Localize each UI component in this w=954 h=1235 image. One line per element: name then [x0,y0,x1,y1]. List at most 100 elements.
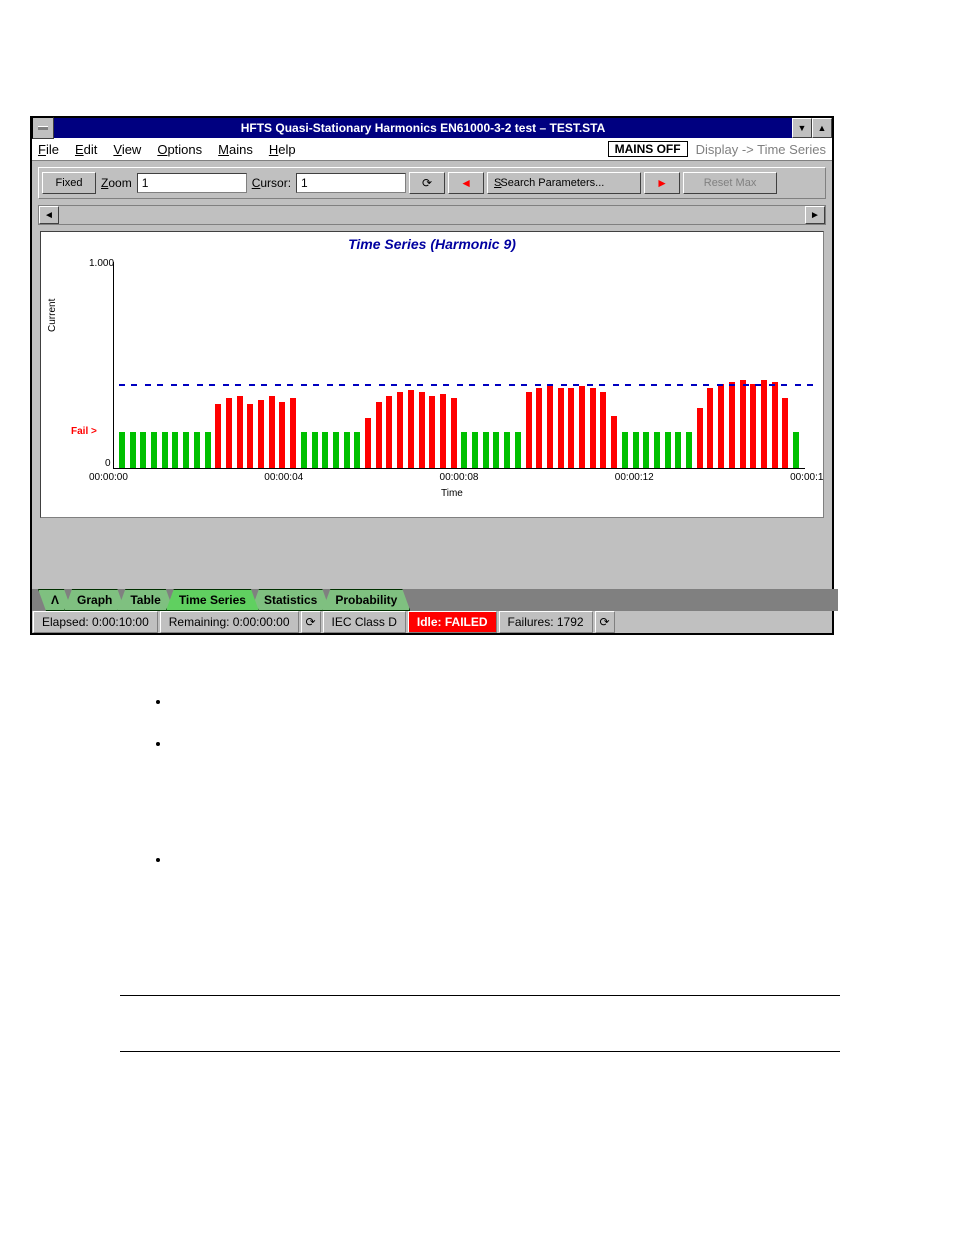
bar [611,416,617,468]
bar [665,432,671,468]
bar [504,432,510,468]
refresh-icon[interactable]: ⟳ [409,172,445,194]
bar [526,392,532,468]
bar [140,432,146,468]
bar [793,432,799,468]
bar [397,392,403,468]
bar [119,432,125,468]
menu-file[interactable]: File [38,142,59,157]
bar [301,432,307,468]
bar [172,432,178,468]
search-parameters-button[interactable]: SSearch Parameters... [487,172,641,194]
tab-bar: Λ Graph Table Time Series Statistics Pro… [32,589,838,611]
x-ticks: 00:00:00 00:00:04 00:00:08 00:00:12 00:0… [89,472,824,483]
bar [386,396,392,468]
menu-mains[interactable]: Mains [218,142,253,157]
bar [440,394,446,468]
bar [376,402,382,468]
menu-options[interactable]: Options [157,142,202,157]
status-refresh-icon[interactable]: ⟳ [301,611,321,633]
bar [697,408,703,468]
menu-view[interactable]: View [113,142,141,157]
bar [568,388,574,468]
bar [151,432,157,468]
tab-statistics[interactable]: Statistics [251,589,330,611]
title-bar: HFTS Quasi-Stationary Harmonics EN61000-… [32,118,832,138]
scroll-left-icon[interactable]: ◄ [39,206,59,224]
bar [237,396,243,468]
tab-graph[interactable]: Graph [64,589,125,611]
tab-time-series[interactable]: Time Series [166,589,259,611]
bar [675,432,681,468]
bar [183,432,189,468]
bar [333,432,339,468]
bar [600,392,606,468]
bar [643,432,649,468]
cursor-label: Cursor: [252,176,291,190]
bar [707,388,713,468]
reset-max-button[interactable]: Reset Max [683,172,777,194]
bar [354,432,360,468]
bar [130,432,136,468]
status-idle: Idle: FAILED [408,611,497,633]
bar [622,432,628,468]
bar [547,386,553,468]
bar [312,432,318,468]
bar [162,432,168,468]
status-refresh-icon-2[interactable]: ⟳ [595,611,615,633]
zoom-label: Zoom [101,176,132,190]
bar [536,388,542,468]
bar [493,432,499,468]
bar [429,396,435,468]
bar [579,386,585,468]
app-window: HFTS Quasi-Stationary Harmonics EN61000-… [30,116,834,635]
y-tick-0: 0 [105,458,111,469]
menu-bar: File Edit View Options Mains Help MAINS … [32,138,832,161]
fixed-button[interactable]: Fixed [42,172,96,194]
x-axis-label: Time [441,488,463,499]
y-axis [113,262,114,468]
bar [365,418,371,468]
cursor-input[interactable] [296,173,406,193]
system-menu-icon[interactable] [32,117,54,139]
prev-arrow-icon[interactable]: ◄ [448,172,484,194]
bullet-list [130,694,170,894]
bar [782,398,788,468]
menu-help[interactable]: Help [269,142,296,157]
zoom-input[interactable] [137,173,247,193]
window-title: HFTS Quasi-Stationary Harmonics EN61000-… [54,121,792,135]
minimize-button[interactable]: ▼ [792,118,812,138]
bar [408,390,414,468]
bar [558,388,564,468]
scroll-right-icon[interactable]: ► [805,206,825,224]
bar [633,432,639,468]
menu-edit[interactable]: Edit [75,142,97,157]
display-mode-label: Display -> Time Series [696,142,826,157]
status-bar: Elapsed: 0:00:10:00 Remaining: 0:00:00:0… [32,611,832,633]
chart-title: Time Series (Harmonic 9) [41,232,823,252]
bar [205,432,211,468]
status-iec-class: IEC Class D [323,611,406,633]
bar [247,404,253,468]
bar [750,384,756,468]
bar [419,392,425,468]
x-axis [113,468,805,469]
bar [772,382,778,468]
chart-bars [119,268,799,468]
bar [515,432,521,468]
bar [590,388,596,468]
next-arrow-icon[interactable]: ► [644,172,680,194]
maximize-button[interactable]: ▲ [812,118,832,138]
bar [472,432,478,468]
bar [344,432,350,468]
bar [686,432,692,468]
tab-probability[interactable]: Probability [322,589,410,611]
fail-label: Fail > [71,426,97,437]
bar [226,398,232,468]
horizontal-scrollbar[interactable]: ◄ ► [38,205,826,225]
bar [215,404,221,468]
tab-table[interactable]: Table [117,589,173,611]
bar [290,398,296,468]
y-axis-label: Current [47,299,58,332]
bar [461,432,467,468]
